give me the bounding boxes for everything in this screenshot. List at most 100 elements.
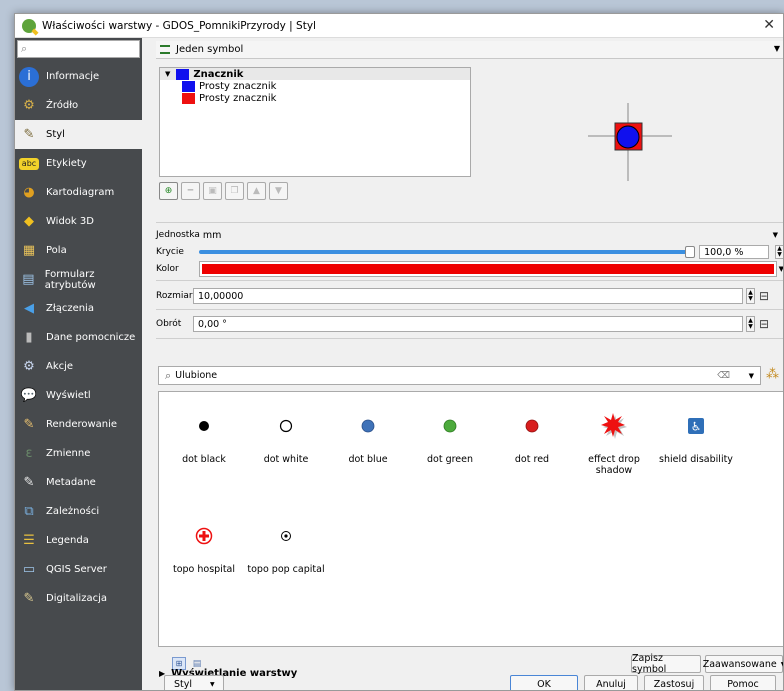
size-label: Rozmiar [156,291,193,301]
data-defined-override-icon[interactable]: ⊟ [759,289,775,303]
advanced-button[interactable]: Zaawansowane ▼ [703,655,783,673]
sidebar-item-label: Metadane [46,477,96,488]
add-layer-button[interactable]: ⊕ [159,182,178,200]
symbol-item[interactable]: ♿ shield disability [655,406,737,465]
svg-text:♿: ♿ [691,420,702,434]
unit-value: mm [202,229,222,241]
sidebar-item-złączenia[interactable]: ◀ Złączenia [15,294,142,323]
ok-button[interactable]: OK [510,675,578,690]
library-search-input[interactable]: ⌕ Ulubione ⌫ ▼ [158,366,761,385]
help-button[interactable]: Pomoc [710,675,776,690]
sidebar-item-dane-pomocnicze[interactable]: ▮ Dane pomocnicze [15,323,142,352]
arrow-up-icon: ▲ [253,186,260,196]
rotation-spinbox[interactable]: 0,00 ° [193,316,743,332]
sidebar-item-legenda[interactable]: ☰ Legenda [15,526,142,555]
tree-layer-row[interactable]: Prosty znacznik [160,80,470,92]
cancel-button[interactable]: Anuluj [584,675,638,690]
sidebar-item-metadane[interactable]: ✎ Metadane [15,468,142,497]
lock-layer-button[interactable]: ▣ [203,182,222,200]
sidebar-item-zmienne[interactable]: ε Zmienne [15,439,142,468]
sidebar-item-label: Informacje [46,71,100,82]
rendering-icon: ✎ [23,417,35,432]
color-button[interactable] [198,261,777,277]
sidebar-item-label: Renderowanie [46,419,118,430]
sidebar-item-label: Źródło [46,100,79,111]
move-up-button[interactable]: ▲ [247,182,266,200]
symbol-item[interactable]: dot black [163,406,245,465]
dependencies-icon: ⧉ [24,504,34,519]
symbol-item[interactable]: dot blue [327,406,409,465]
tree-root-row[interactable]: ▼ Znacznik [160,68,470,80]
move-down-button[interactable]: ▼ [269,182,288,200]
rotation-spin-buttons[interactable]: ▲ ▼ [746,316,755,332]
rotation-label: Obrót [156,319,182,329]
sidebar-item-informacje[interactable]: i Informacje [15,62,142,91]
opacity-spin-buttons[interactable]: ▲ ▼ [775,245,783,259]
divider [156,222,783,223]
symbol-name: dot black [182,454,226,465]
collapse-arrow-icon[interactable]: ▼ [165,70,170,78]
style-menu-button[interactable]: Styl ▼ [164,675,224,690]
sidebar-item-styl[interactable]: ✎ Styl [15,120,142,149]
tree-layer-label: Prosty znacznik [199,80,277,92]
symbol-item[interactable]: topo pop capital [245,516,327,575]
sidebar-item-źródło[interactable]: ⚙ Źródło [15,91,142,120]
duplicate-layer-button[interactable]: ❐ [225,182,244,200]
tree-root-label: Znacznik [193,68,244,80]
symbol-item[interactable]: effect drop shadow [573,406,655,476]
size-spin-buttons[interactable]: ▲ ▼ [746,288,755,304]
opacity-slider[interactable] [198,245,696,259]
sidebar-item-kartodiagram[interactable]: ◕ Kartodiagram [15,178,142,207]
size-row: Rozmiar 10,00000 ▲ ▼ ⊟ [156,287,783,305]
sidebar-item-label: Pola [46,245,67,256]
remove-layer-button[interactable]: ━ [181,182,200,200]
sidebar-item-label: Formularz atrybutów [44,268,96,291]
sidebar: ⌕ i Informacje ⚙ Źródło ✎ Styl abc Etykiety ◕ Kar… [15,38,142,690]
close-icon[interactable]: ✕ [763,17,775,33]
plus-icon: ⊕ [164,186,173,196]
clear-icon[interactable]: ⌫ [717,371,730,381]
divider [156,280,783,281]
symbol-item[interactable]: dot white [245,406,327,465]
symbol-name: topo pop capital [247,564,325,575]
rotation-value: 0,00 ° [198,318,227,330]
sidebar-item-wyświetl[interactable]: 💬 Wyświetl [15,381,142,410]
opacity-spinbox[interactable]: 100,0 % [699,245,770,259]
symbol-item[interactable]: dot green [409,406,491,465]
search-icon: ⌕ [21,42,28,55]
apply-button[interactable]: Zastosuj [644,675,704,690]
opacity-slider-handle[interactable] [685,246,696,258]
chevron-down-icon[interactable]: ▼ [749,372,754,380]
fields-icon: ▦ [22,243,36,258]
3d-view-icon: ◆ [24,214,34,229]
unit-select[interactable]: mm ▼ [202,227,783,243]
color-dropdown-icon[interactable]: ▼ [779,265,783,273]
help-label: Pomoc [727,678,759,690]
renderer-type-select[interactable]: Jeden symbol ▼ [156,41,783,59]
symbol-item[interactable]: topo hospital [163,516,245,575]
symbol-item[interactable]: dot red [491,406,573,465]
style-manager-icon[interactable]: ⁂ [766,367,779,382]
minus-icon: ━ [187,186,194,196]
tree-layer-row[interactable]: Prosty znacznik [160,92,470,104]
sidebar-item-zależności[interactable]: ⧉ Zależności [15,497,142,526]
sidebar-item-digitalizacja[interactable]: ✎ Digitalizacja [15,584,142,613]
sidebar-item-qgis-server[interactable]: ▭ QGIS Server [15,555,142,584]
size-spinbox[interactable]: 10,00000 [193,288,743,304]
sidebar-item-pola[interactable]: ▦ Pola [15,236,142,265]
wheelchair-icon: ♿ [655,406,737,446]
sidebar-item-label: Akcje [46,361,74,372]
data-defined-override-icon[interactable]: ⊟ [759,317,775,331]
sidebar-item-akcje[interactable]: ⚙ Akcje [15,352,142,381]
sidebar-item-renderowanie[interactable]: ✎ Renderowanie [15,410,142,439]
table-icon: ▤ [192,658,202,669]
unit-row: Jednostka mm ▼ [156,226,783,244]
sidebar-item-etykiety[interactable]: abc Etykiety [15,149,142,178]
sidebar-item-formularz-atrybutów[interactable]: ▤ Formularz atrybutów [15,265,142,294]
tree-layer-label: Prosty znacznik [199,92,277,104]
save-symbol-button[interactable]: Zapisz symbol [631,653,701,675]
sidebar-item-widok-3d[interactable]: ◆ Widok 3D [15,207,142,236]
sidebar-search-input[interactable]: ⌕ [17,40,140,58]
color-label: Kolor [156,264,179,274]
variables-icon: ε [25,446,33,461]
